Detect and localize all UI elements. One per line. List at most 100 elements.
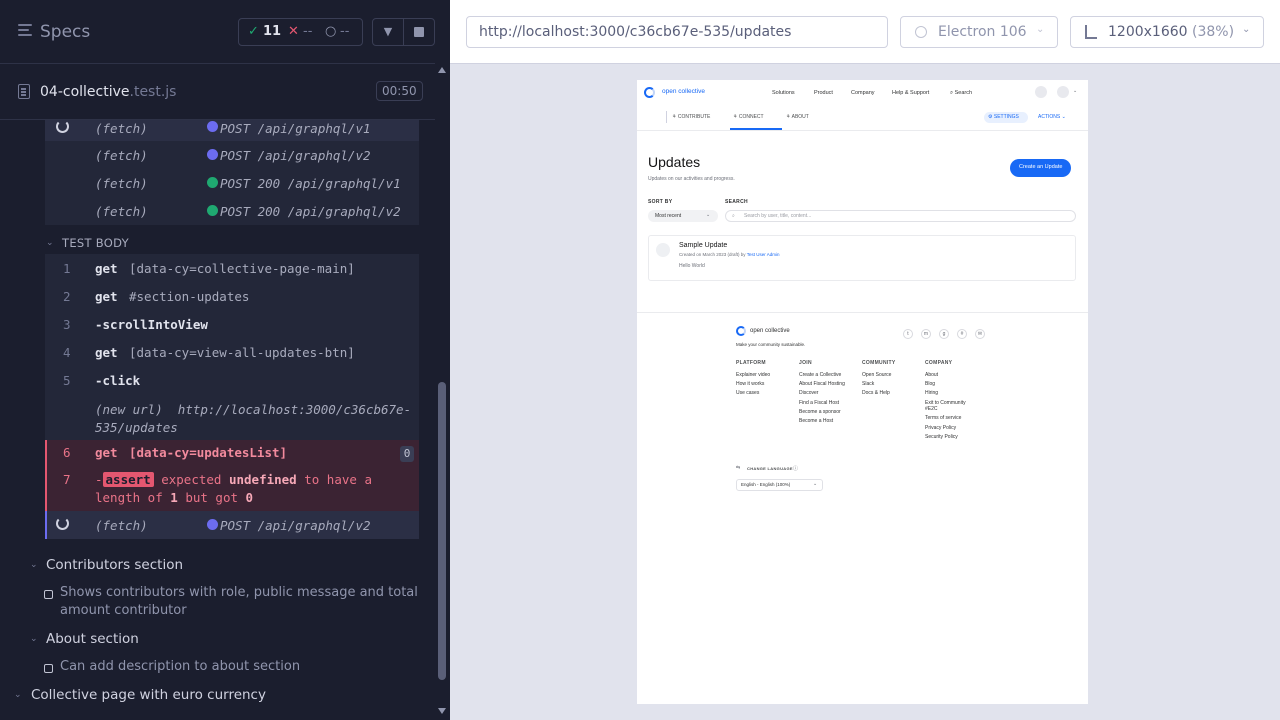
mail-icon[interactable]: ✉ — [975, 329, 985, 339]
chevron-down-icon: ⌄ — [813, 481, 818, 487]
fetch-row[interactable]: (fetch) POST /api/graphql/v2 — [45, 511, 419, 539]
footer-link[interactable]: #E2C — [925, 406, 938, 412]
specs-menu-icon[interactable] — [18, 24, 32, 39]
browser-selector[interactable]: Electron 106 ⌄ — [900, 16, 1058, 48]
spec-file-base: 04-collective — [40, 84, 130, 100]
footer-link[interactable]: Privacy Policy — [925, 425, 956, 431]
footer-link[interactable]: Open Source — [862, 372, 891, 378]
footer-logo-icon[interactable] — [736, 326, 746, 336]
notification-icon[interactable] — [1035, 86, 1047, 98]
stop-button[interactable] — [403, 18, 435, 46]
logo-icon[interactable] — [644, 87, 655, 98]
language-select[interactable]: English - English (100%) ⌄ — [736, 479, 823, 491]
footer-link[interactable]: Become a sponsor — [799, 409, 841, 415]
footer-logo[interactable]: open collective — [750, 328, 790, 334]
update-card[interactable]: Sample Update Created on March 2023 (dra… — [648, 235, 1076, 281]
subnav-about[interactable]: ⚘ ABOUT — [786, 114, 809, 120]
caret-down-icon[interactable]: ⌄ — [30, 560, 38, 570]
create-update-button[interactable]: Create an Update — [1010, 159, 1071, 177]
nav-company[interactable]: Company — [851, 90, 875, 96]
viewport-label: 1200x1660 (38%) — [1108, 24, 1234, 40]
nav-search[interactable]: ⌕ Search — [950, 90, 972, 97]
assert-word: but got — [185, 490, 239, 505]
footer-link[interactable]: Terms of service — [925, 415, 961, 421]
footer-link[interactable]: Become a Host — [799, 418, 833, 424]
footer-link[interactable]: Security Policy — [925, 434, 958, 440]
caret-down-icon[interactable]: ⌄ — [30, 634, 38, 644]
site-logo[interactable]: open collective — [662, 88, 705, 95]
test-title[interactable]: Can add description to about section — [60, 658, 300, 676]
caret-down-icon[interactable]: ⌄ — [46, 238, 54, 248]
nav-product[interactable]: Product — [814, 90, 833, 96]
sort-select[interactable]: Most recent ⌄ — [648, 210, 718, 222]
command-log: (fetch) POST /api/graphql/v1 (fetch) POS… — [0, 120, 435, 720]
fetch-row[interactable]: (fetch) POST 200 /api/graphql/v1 — [45, 169, 419, 197]
sort-value: Most recent — [655, 213, 682, 219]
footer-link[interactable]: About Fiscal Hosting — [799, 381, 845, 387]
suite-title[interactable]: Collective page with euro currency — [31, 687, 266, 703]
footer-link[interactable]: Find a Fiscal Host — [799, 400, 839, 406]
footer-link[interactable]: How it works — [736, 381, 764, 387]
footer-link[interactable]: About — [925, 372, 938, 378]
avatar[interactable] — [1057, 86, 1069, 98]
footer-link[interactable]: Hiring — [925, 390, 938, 396]
slack-icon[interactable]: # — [957, 329, 967, 339]
caret-down-icon[interactable]: ⌄ — [14, 690, 22, 700]
search-input[interactable]: ⌕ Search by user, title, content... — [725, 210, 1076, 222]
command-log-scrollbar[interactable] — [435, 64, 450, 720]
command-arg: [data-cy=collective-page-main] — [129, 261, 355, 276]
footer-link[interactable]: Create a Collective — [799, 372, 841, 378]
nav-help[interactable]: Help & Support — [892, 90, 929, 96]
language-value: English - English (100%) — [741, 482, 791, 487]
failed-command-row[interactable]: 6 get [data-cy=updatesList] 0 — [45, 440, 419, 468]
assert-word: to have a — [304, 472, 372, 487]
command-row[interactable]: 1 get [data-cy=collective-page-main] — [45, 254, 419, 282]
command-row[interactable]: 3 -scrollIntoView — [45, 310, 419, 338]
subnav-contribute[interactable]: ⚘ CONTRIBUTE — [672, 114, 710, 120]
test-body-label[interactable]: TEST BODY — [62, 236, 129, 250]
fetch-row[interactable]: (fetch) POST 200 /api/graphql/v2 — [45, 197, 419, 225]
nav-solutions[interactable]: Solutions — [772, 90, 795, 96]
footer-link[interactable]: Docs & Help — [862, 390, 890, 396]
command-row[interactable]: 5 -click — [45, 366, 419, 394]
fetch-row[interactable]: (fetch) POST /api/graphql/v2 — [45, 141, 419, 169]
update-title[interactable]: Sample Update — [679, 242, 727, 249]
scrollbar-thumb[interactable] — [438, 382, 446, 680]
command-row[interactable]: 4 get [data-cy=view-all-updates-btn] — [45, 338, 419, 366]
scroll-up-icon[interactable] — [438, 67, 446, 73]
viewport-selector[interactable]: 1200x1660 (38%) ⌄ — [1070, 16, 1264, 48]
mastodon-icon[interactable]: m — [921, 329, 931, 339]
footer-link[interactable]: Slack — [862, 381, 874, 387]
actions-button[interactable]: ACTIONS ⌄ — [1038, 114, 1066, 120]
suite-title[interactable]: Contributors section — [46, 557, 183, 573]
assert-row[interactable]: 7 - assert expected undefined to have a l… — [45, 468, 419, 511]
footer-link[interactable]: Explainer video — [736, 372, 770, 378]
scroll-down-icon[interactable] — [438, 708, 446, 714]
suite-title[interactable]: About section — [46, 631, 139, 647]
footer-link[interactable]: Discover — [799, 390, 818, 396]
command-row[interactable]: 2 get #section-updates — [45, 282, 419, 310]
command-number: 4 — [63, 345, 71, 360]
update-body: Hello World — [679, 263, 705, 269]
footer-link[interactable]: Use cases — [736, 390, 759, 396]
url-bar[interactable]: http://localhost:3000/c36cb67e-535/updat… — [466, 16, 888, 48]
page-subtitle: Updates on our activities and progress. — [648, 176, 735, 182]
github-icon[interactable]: g — [939, 329, 949, 339]
test-title[interactable]: Shows contributors with role, public mes… — [60, 584, 420, 620]
file-icon — [18, 84, 30, 99]
subnav-connect-label: CONNECT — [738, 114, 764, 120]
subnav-connect[interactable]: ⚘ CONNECT — [733, 114, 764, 120]
footer-link[interactable]: Blog — [925, 381, 935, 387]
twitter-icon[interactable]: t — [903, 329, 913, 339]
fetch-row[interactable]: (fetch) POST /api/graphql/v1 — [45, 120, 419, 141]
settings-button[interactable]: ⚙ SETTINGS — [984, 112, 1028, 123]
chevron-down-icon[interactable]: ⌄ — [1073, 88, 1077, 94]
chevron-down-icon[interactable]: ▼ — [372, 18, 404, 46]
fetch-label: (fetch) — [95, 518, 148, 533]
update-author-link[interactable]: Test User Admin — [747, 252, 780, 257]
new-url-row[interactable]: (new url) http://localhost:3000/c36cb67e… — [45, 394, 419, 440]
spinner-icon — [56, 120, 69, 133]
update-meta: Created on March 2023 (draft) by Test Us… — [679, 252, 779, 257]
footer-col-title: COMPANY — [925, 360, 953, 366]
specs-title[interactable]: Specs — [40, 22, 90, 42]
